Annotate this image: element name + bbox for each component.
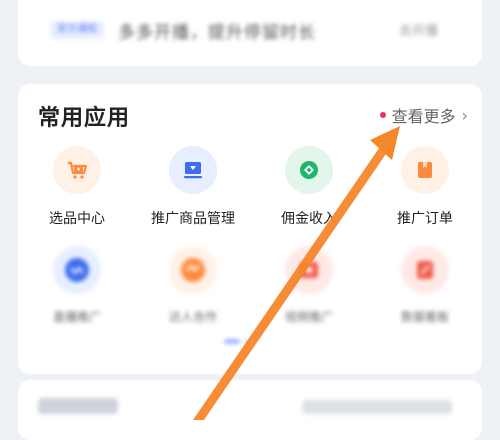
app-video-promotion[interactable]: 视频推广 (254, 246, 364, 325)
notice-action-link[interactable]: 去开播 (399, 20, 438, 39)
live-icon (53, 246, 101, 294)
app-label: 达人合作 (168, 310, 217, 324)
section-title: 常用应用 (38, 106, 131, 131)
app-data-dashboard[interactable]: 数据看板 (370, 246, 480, 325)
video-icon (285, 246, 333, 294)
order-icon (401, 146, 449, 194)
app-label: 数据看板 (400, 310, 449, 324)
app-promo-orders[interactable]: 推广订单 (370, 146, 480, 228)
bottom-card-title (38, 398, 118, 414)
monitor-icon (169, 146, 217, 194)
page-dot-active (224, 339, 240, 344)
app-label: 推广订单 (397, 211, 453, 227)
app-label: 佣金收入 (281, 211, 337, 227)
notice-text: 多多开播，提升停留时长 (118, 23, 316, 43)
notification-dot (379, 112, 386, 118)
coin-icon (285, 146, 333, 194)
app-label: 视频推广 (284, 310, 333, 324)
shopping-cart-icon (53, 146, 101, 194)
handshake-icon (169, 246, 217, 294)
notice-tag: 官方通知 (50, 21, 104, 39)
app-live-promotion[interactable]: 直播推广 (22, 246, 132, 325)
bottom-card-action[interactable] (302, 400, 452, 414)
app-influencer-cooperation[interactable]: 达人合作 (138, 246, 248, 325)
view-more-label: 查看更多 (391, 107, 456, 126)
page-indicator (224, 339, 252, 344)
app-commission-income[interactable]: 佣金收入 (254, 146, 364, 228)
app-promo-product-management[interactable]: 推广商品管理 (138, 146, 248, 228)
edit-icon (401, 246, 449, 294)
app-label: 选品中心 (49, 211, 105, 227)
app-label: 推广商品管理 (151, 211, 235, 227)
chevron-right-icon: › (461, 105, 468, 125)
app-label: 直播推广 (52, 310, 101, 324)
page-dot (244, 339, 252, 344)
app-selection-center[interactable]: 选品中心 (22, 146, 132, 228)
view-more-link[interactable]: 查看更多 › (379, 103, 468, 127)
